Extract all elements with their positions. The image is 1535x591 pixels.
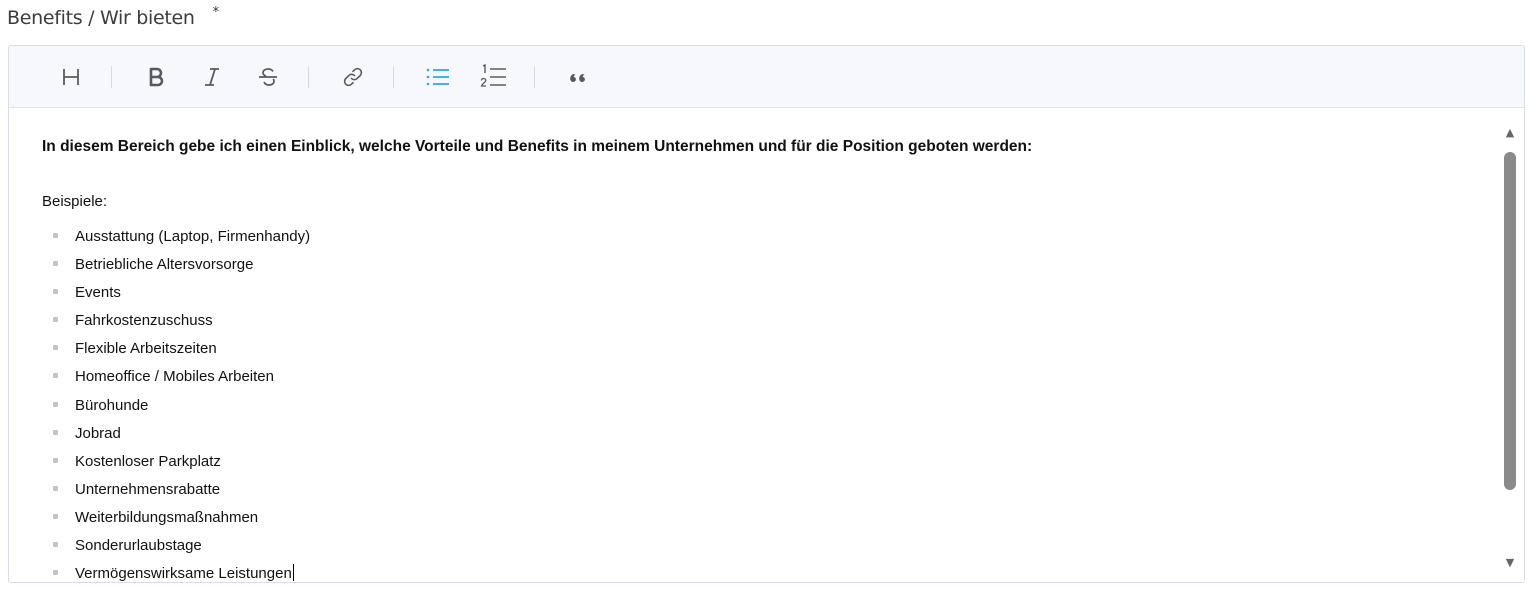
list-item: Sonderurlaubstage bbox=[42, 535, 1496, 563]
scroll-down-arrow-icon[interactable]: ▼ bbox=[1502, 556, 1518, 569]
list-item: Betriebliche Altersvorsorge bbox=[42, 254, 1496, 282]
list-item: Fahrkostenzuschuss bbox=[42, 310, 1496, 338]
field-label: Benefits / Wir bieten * bbox=[7, 4, 219, 32]
quote-icon bbox=[570, 73, 585, 82]
heading-button[interactable] bbox=[53, 59, 89, 95]
editor-content[interactable]: In diesem Bereich gebe ich einen Einblic… bbox=[9, 108, 1496, 582]
required-marker: * bbox=[212, 4, 220, 20]
list-item: Bürohunde bbox=[42, 395, 1496, 423]
list-item: Homeoffice / Mobiles Arbeiten bbox=[42, 366, 1496, 394]
link-button[interactable] bbox=[335, 59, 371, 95]
toolbar-divider bbox=[393, 65, 394, 88]
list-item: Unternehmensrabatte bbox=[42, 479, 1496, 507]
numbered-list-icon bbox=[480, 63, 506, 87]
strikethrough-button[interactable] bbox=[250, 59, 286, 95]
toolbar-divider bbox=[534, 65, 535, 88]
list-item: Flexible Arbeitszeiten bbox=[42, 338, 1496, 366]
intro-text: In diesem Bereich gebe ich einen Einblic… bbox=[42, 138, 1033, 155]
text-cursor bbox=[292, 564, 294, 582]
rich-text-editor: In diesem Bereich gebe ich einen Einblic… bbox=[8, 45, 1525, 583]
list-item: Vermögenswirksame Leistungen bbox=[42, 563, 1496, 582]
italic-icon bbox=[205, 67, 219, 86]
scroll-up-arrow-icon[interactable]: ▲ bbox=[1502, 126, 1518, 139]
list-item: Kostenloser Parkplatz bbox=[42, 451, 1496, 479]
list-item: Events bbox=[42, 282, 1496, 310]
scrollbar-thumb[interactable] bbox=[1504, 152, 1516, 490]
toolbar-divider bbox=[111, 65, 112, 88]
vertical-scrollbar[interactable]: ▲ ▼ bbox=[1496, 108, 1524, 582]
heading-icon bbox=[63, 68, 79, 85]
toolbar-divider bbox=[308, 65, 309, 88]
strikethrough-icon bbox=[259, 67, 277, 86]
quote-button[interactable] bbox=[561, 59, 597, 95]
editor-toolbar bbox=[9, 46, 1524, 108]
numbered-list-button[interactable] bbox=[476, 59, 512, 95]
bullet-list-button[interactable] bbox=[420, 59, 456, 95]
link-icon bbox=[343, 67, 363, 86]
examples-label: Beispiele: bbox=[42, 193, 108, 210]
bullet-list-icon bbox=[426, 68, 449, 85]
bold-button[interactable] bbox=[138, 59, 174, 95]
list-item: Ausstattung (Laptop, Firmenhandy) bbox=[42, 226, 1496, 254]
list-item: Weiterbildungsmaßnahmen bbox=[42, 507, 1496, 535]
list-item: Jobrad bbox=[42, 423, 1496, 451]
italic-button[interactable] bbox=[194, 59, 230, 95]
bold-icon bbox=[149, 67, 164, 86]
field-label-text: Benefits / Wir bieten bbox=[7, 7, 195, 29]
benefits-list: Ausstattung (Laptop, Firmenhandy) Betrie… bbox=[42, 226, 1496, 582]
